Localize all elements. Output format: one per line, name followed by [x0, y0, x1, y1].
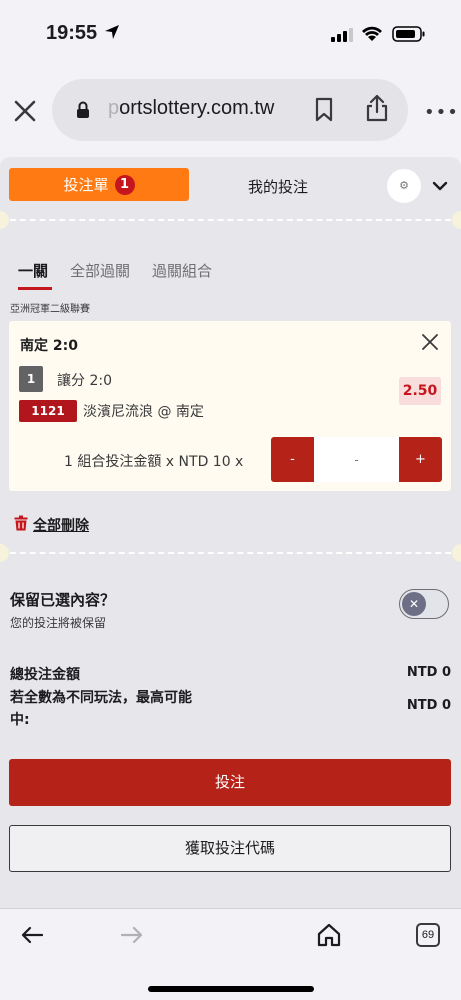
tab-bet-slip[interactable]: 投注單 1 [9, 168, 189, 201]
battery-icon [392, 26, 426, 46]
max-return-label-line2: 中: [10, 712, 30, 728]
get-bet-code-button[interactable]: 獲取投注代碼 [9, 825, 451, 872]
selection-title: 南定 2:0 [20, 338, 78, 354]
tab-parlay-combo[interactable]: 過關組合 [152, 260, 212, 281]
divider [0, 219, 461, 221]
stake-stepper: - + [271, 437, 442, 482]
bet-count-badge: 1 [114, 174, 135, 195]
more-options-icon[interactable]: ••• [424, 102, 459, 123]
url-faded-prefix: p [108, 97, 120, 119]
keep-selections-toggle[interactable]: ✕ [399, 589, 449, 619]
stake-decrease-button[interactable]: - [271, 437, 314, 482]
stake-input[interactable] [314, 437, 399, 482]
keep-selections-title: 保留已選內容？ [10, 591, 116, 609]
keep-selections-section: 保留已選內容？ 您的投注將被保留 [10, 589, 115, 631]
location-arrow-icon [104, 24, 120, 44]
total-stake-label: 總投注金額 [10, 667, 80, 683]
remove-selection-icon[interactable] [422, 333, 438, 355]
wifi-icon [361, 24, 383, 46]
status-time: 19:55 [46, 22, 98, 44]
browser-address-row: portslottery.com.tw ••• [0, 66, 461, 156]
settings-gear-icon[interactable]: ⚙ [387, 169, 421, 203]
trash-icon [14, 515, 28, 535]
leg-number-badge: 1 [19, 366, 43, 392]
toggle-off-x-icon: ✕ [402, 592, 426, 616]
address-bar[interactable]: portslottery.com.tw [52, 79, 408, 141]
stake-increase-button[interactable]: + [399, 437, 442, 482]
home-indicator [148, 986, 314, 992]
divider [0, 552, 461, 554]
tab-bet-slip-label: 投注單 [63, 176, 109, 194]
market-label: 讓分 2:0 [57, 373, 112, 389]
status-bar: 19:55 [0, 0, 461, 66]
chevron-down-icon[interactable] [432, 177, 448, 196]
tab-single[interactable]: 一關 [18, 260, 53, 290]
league-name: 亞洲冠軍二級聯賽 [10, 304, 90, 315]
url-main: ortslottery.com.tw [119, 97, 275, 119]
max-return-label-line1: 若全數為不同玩法，最高可能 [10, 690, 192, 706]
ticket-notch-right [452, 544, 461, 562]
keep-selections-subtitle: 您的投注將被保留 [10, 616, 107, 630]
share-icon[interactable] [364, 93, 390, 127]
total-stake-value: NTD 0 [406, 665, 451, 680]
home-icon[interactable] [316, 922, 342, 952]
back-arrow-icon[interactable] [20, 925, 44, 949]
match-code-badge: 1121 [19, 400, 77, 422]
stake-label: 1 組合投注金額 x NTD 10 x [64, 454, 244, 470]
ticket-notch-right [452, 211, 461, 229]
ticket-notch-left [0, 211, 9, 229]
odds-badge: 2.50 [399, 377, 441, 405]
match-label: 淡濱尼流浪 @ 南定 [83, 404, 204, 420]
tab-count-button[interactable]: 69 [416, 923, 440, 947]
browser-toolbar: 69 [0, 908, 461, 1000]
selection-card: 南定 2:0 1 讓分 2:0 2.50 1121 淡濱尼流浪 @ 南定 1 組… [9, 321, 451, 491]
tab-all-parlay[interactable]: 全部過關 [70, 260, 130, 281]
lock-icon [76, 101, 90, 123]
bet-slip-panel: 投注單 1 我的投注 ⚙ 一關 全部過關 過關組合 亞洲冠軍二級聯賽 南定 2:… [0, 157, 461, 908]
delete-all-label: 全部刪除 [33, 518, 89, 534]
place-bet-button[interactable]: 投注 [9, 759, 451, 806]
forward-arrow-icon[interactable] [120, 925, 144, 949]
max-return-value: NTD 0 [406, 698, 451, 713]
cellular-signal-icon [331, 27, 353, 46]
url-text: portslottery.com.tw [108, 97, 274, 120]
close-icon[interactable] [10, 98, 40, 128]
ticket-notch-left [0, 544, 9, 562]
delete-all-button[interactable]: 全部刪除 [14, 515, 89, 535]
bet-type-tabs: 一關 全部過關 過關組合 [18, 260, 212, 290]
tab-my-bets[interactable]: 我的投注 [248, 176, 308, 197]
bookmark-icon[interactable] [314, 97, 334, 127]
